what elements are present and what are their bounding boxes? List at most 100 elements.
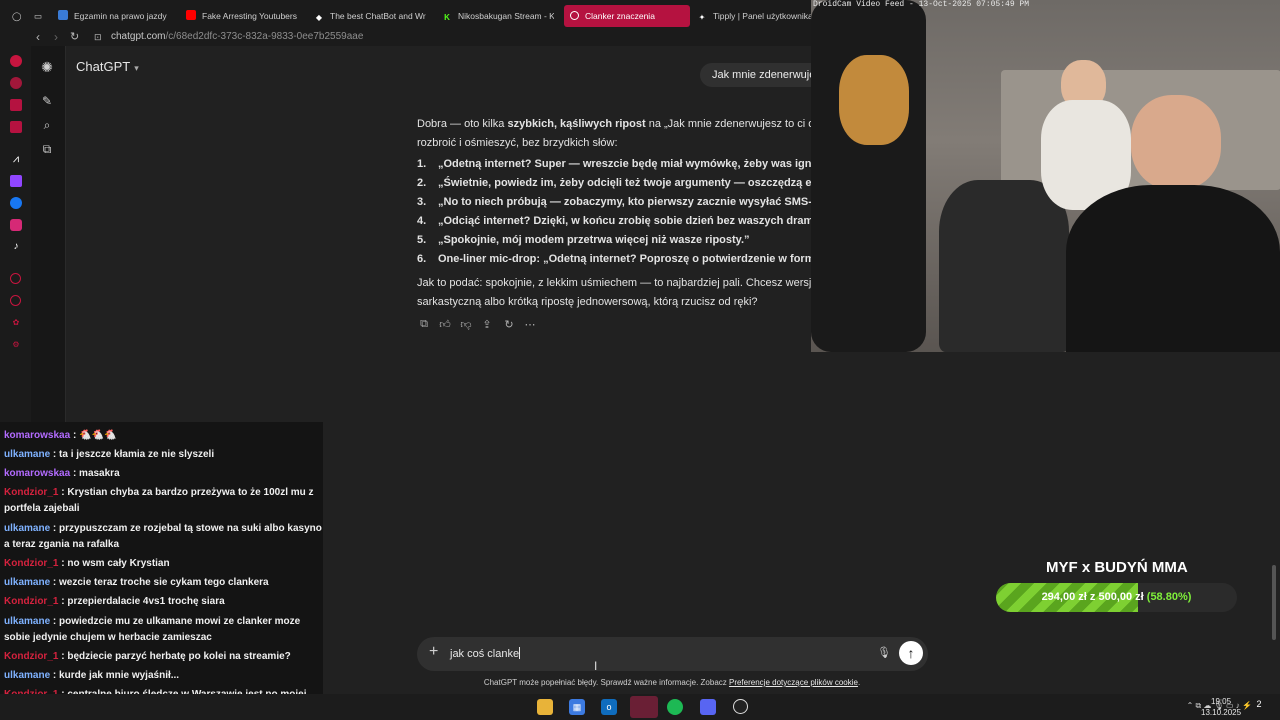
site-info-icon[interactable]: ⊡ — [94, 30, 102, 44]
chat-username[interactable]: ulkamane — [4, 616, 50, 627]
file-explorer-icon[interactable] — [537, 699, 553, 715]
player-icon[interactable] — [10, 273, 21, 284]
webcam-feed: DroidCam Video Feed - 13-Oct-2025 07:05:… — [811, 0, 1280, 352]
list-item: 1. „Odetną internet? Super — wreszcie będ… — [417, 158, 811, 170]
share-icon[interactable]: ⇪ — [480, 318, 494, 331]
discord-icon[interactable] — [700, 699, 716, 715]
store-icon[interactable]: ▦ — [569, 699, 585, 715]
answer-intro-line2: rozbroić i ośmieszyć, bez brzydkich słów… — [417, 136, 618, 149]
chat-message: Kondzior_1 : Krystian chyba za bardzo pr… — [4, 485, 322, 517]
twitch-icon[interactable] — [10, 175, 22, 187]
tiktok-icon[interactable]: ♪ — [10, 241, 22, 253]
prompt-box[interactable]: + jak coś clanke 🎙︎ ↑ — [417, 637, 928, 671]
messenger-icon[interactable] — [10, 197, 22, 209]
tab-chatbot[interactable]: ◆The best ChatBot and Writing — [314, 5, 426, 27]
chat-message: Kondzior_1 : przepierdalacie 4vs1 trochę… — [4, 594, 322, 610]
chat-username[interactable]: komarowskaa — [4, 430, 70, 441]
text-cursor-icon: Ι — [594, 659, 598, 673]
address-bar-row: ‹ › ↻ ⊡ chatgpt.com/c/68ed2dfc-373c-832a… — [0, 30, 811, 46]
more-icon[interactable]: ⋯ — [523, 318, 537, 331]
chat-username[interactable]: ulkamane — [4, 449, 50, 460]
tab-tipply[interactable]: ✦ Tipply | Panel użytkownika — [697, 5, 811, 27]
chat-username[interactable]: komarowskaa — [4, 468, 70, 479]
gx-control-icon[interactable] — [10, 55, 22, 67]
new-chat-icon[interactable]: ✎ — [40, 94, 54, 108]
scrollbar[interactable] — [1272, 565, 1276, 640]
history-icon[interactable] — [10, 295, 21, 306]
instagram-icon[interactable] — [10, 219, 22, 231]
chat-message: komarowskaa : masakra — [4, 466, 322, 482]
kick-sidebar-icon[interactable]: ⩘ — [10, 153, 22, 165]
chevron-down-icon: ▾ — [134, 63, 139, 73]
plus-icon[interactable]: + — [429, 643, 438, 661]
goal-title: MYF x BUDYŃ MMA — [1046, 559, 1188, 576]
opera-sidebar: ⩘ ♪ ✿ ⚙ — [0, 46, 31, 422]
shirt-logo — [839, 55, 909, 145]
news-icon[interactable] — [10, 121, 22, 133]
chat-username[interactable]: ulkamane — [4, 523, 50, 534]
openai-logo-icon[interactable]: ✺ — [40, 60, 54, 74]
chat-message: Kondzior_1 : no wsm cały Krystian — [4, 556, 322, 572]
goal-progress-text: 294,00 zł z 500,00 zł (58.80%) — [1041, 591, 1192, 603]
browser-tab-bar: ◯ ▭ Egzamin na prawo jazdy Fake Arrestin… — [0, 0, 811, 30]
microphone-icon[interactable]: 🎙︎ — [877, 646, 891, 659]
chat-text: : będziecie parzyć herbatę po kolei na s… — [61, 651, 291, 662]
reload-icon[interactable]: ↻ — [70, 30, 79, 44]
kick-icon: K — [444, 13, 450, 22]
chat-username[interactable]: ulkamane — [4, 577, 50, 588]
tipply-icon: ✦ — [698, 13, 706, 22]
notifications-icon[interactable]: 2 — [1252, 699, 1266, 713]
cookie-preferences-link[interactable]: Preferencje dotyczące plików cookie — [729, 678, 858, 687]
clock[interactable]: 19:05 13.10.2025 — [1201, 696, 1241, 718]
chat-message: komarowskaa : 🐔🐔🐔 — [4, 428, 322, 444]
messenger-box-icon[interactable] — [10, 99, 22, 111]
list-item: 3. „No to niech próbują — zobaczymy, kto … — [417, 196, 811, 208]
tab-fake-arresting[interactable]: Fake Arresting Youtubers — [186, 5, 298, 27]
gx-corner-icon[interactable] — [10, 77, 22, 89]
opera-menu-icon[interactable]: ◯ — [12, 5, 22, 27]
assistant-message: Dobra — oto kilka szybkich, kąśliwych ri… — [417, 115, 811, 311]
tab-overview-icon[interactable]: ▭ — [34, 5, 42, 27]
url-field[interactable]: chatgpt.com/c/68ed2dfc-373c-832a-9833-0e… — [111, 31, 363, 42]
list-item: 2. „Świetnie, powiedz im, żeby odcięli te… — [417, 177, 811, 189]
text-caret — [519, 647, 521, 659]
user-message: Jak mnie zdenerwujesz — [700, 63, 811, 87]
answer-outro: Jak to podać: spokojnie, z lekkim uśmiec… — [417, 277, 811, 289]
chat-username[interactable]: Kondzior_1 — [4, 596, 58, 607]
tab-clanker-znaczenia[interactable]: Clanker znaczenia — [564, 5, 690, 27]
chat-username[interactable]: Kondzior_1 — [4, 558, 58, 569]
youtube-icon — [186, 10, 196, 20]
spotify-icon[interactable] — [667, 699, 683, 715]
opera-gx-icon[interactable] — [630, 696, 658, 718]
riposte-list: 1. „Odetną internet? Super — wreszcie będ… — [417, 155, 811, 269]
send-button[interactable]: ↑ — [899, 641, 923, 665]
person-right-head — [1131, 95, 1221, 190]
thumbs-up-icon[interactable]: 👍︎ — [438, 318, 452, 331]
chatbot-icon: ◆ — [315, 13, 323, 22]
chat-username[interactable]: Kondzior_1 — [4, 651, 58, 662]
person-right-body — [1066, 185, 1280, 352]
chat-text: : 🐔🐔🐔 — [72, 430, 117, 441]
chat-username[interactable]: Kondzior_1 — [4, 487, 58, 498]
answer-outro-line2: sarkastyczną albo krótką ripostę jednowe… — [417, 295, 758, 308]
search-icon[interactable]: ⌕ — [40, 118, 54, 132]
outlook-icon[interactable]: o — [601, 699, 617, 715]
obs-icon[interactable] — [733, 699, 748, 714]
gaming-chair — [939, 180, 1069, 352]
thumbs-down-icon[interactable]: 👎︎ — [459, 318, 473, 331]
settings-icon[interactable]: ⚙ — [10, 339, 22, 351]
regenerate-icon[interactable]: ↻ — [502, 318, 516, 331]
extensions-icon[interactable]: ✿ — [10, 317, 22, 329]
chat-message: Kondzior_1 : będziecie parzyć herbatę po… — [4, 649, 322, 665]
back-icon[interactable]: ‹ — [36, 30, 40, 44]
prompt-input[interactable]: jak coś clanke — [450, 647, 521, 660]
chat-message: ulkamane : powiedzcie mu ze ulkamane mow… — [4, 614, 322, 646]
model-selector[interactable]: ChatGPT ▾ — [76, 59, 139, 74]
tab-kick-stream[interactable]: KNikosbakugan Stream - Kick — [442, 5, 554, 27]
windows-taskbar: ▦ o ⌃ ⧉ ☁ 🎙︎ ▭ ♪ ⚡ 19:05 13.10.2025 2 — [0, 694, 1280, 720]
library-icon[interactable]: ⧉ — [40, 142, 54, 156]
copy-icon[interactable]: ⧉ — [417, 318, 431, 331]
list-item: 5. „Spokojnie, mój modem przetrwa więcej … — [417, 234, 750, 246]
tab-egzamin[interactable]: Egzamin na prawo jazdy — [58, 5, 176, 27]
forward-icon[interactable]: › — [54, 30, 58, 44]
